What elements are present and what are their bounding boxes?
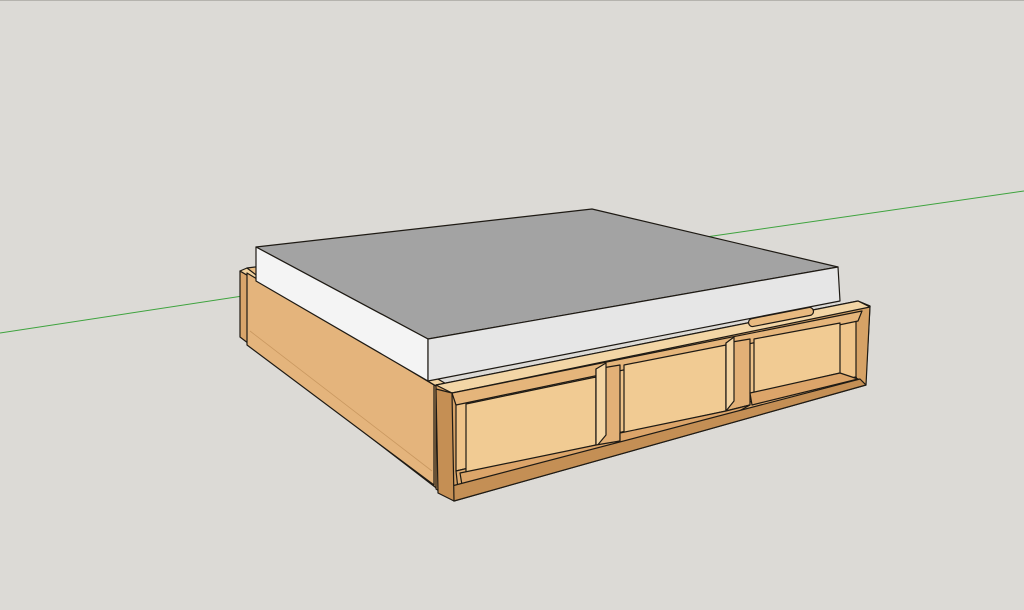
divider-2-side bbox=[725, 336, 735, 412]
green-axis-line-right bbox=[705, 190, 1024, 238]
green-axis-line-left bbox=[0, 293, 257, 334]
frame-front-left-post bbox=[435, 388, 455, 502]
3d-model-viewport[interactable] bbox=[0, 0, 1024, 609]
divider-1-side bbox=[595, 362, 607, 448]
